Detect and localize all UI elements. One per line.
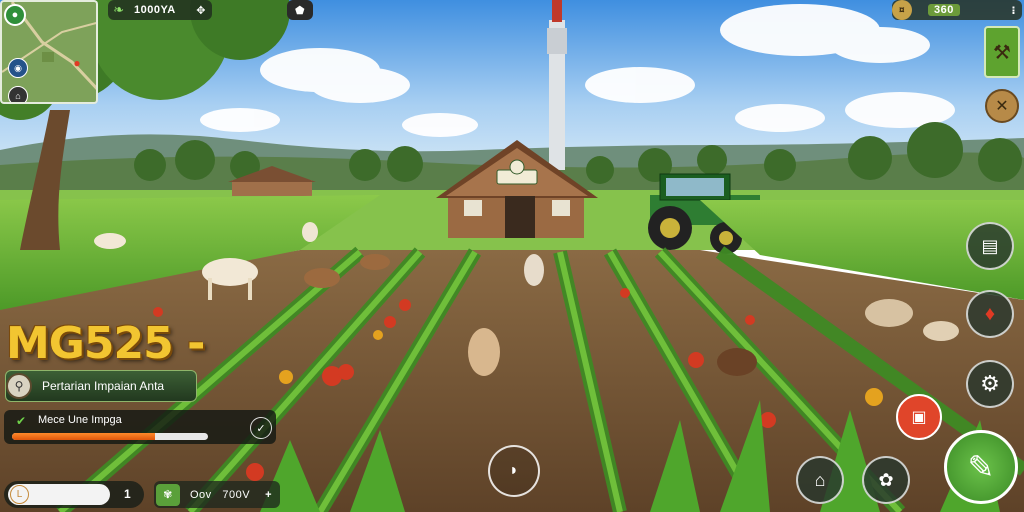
gear-button[interactable]: ⚙ [966, 360, 1014, 408]
quest-progress-fill [12, 433, 156, 440]
coins-display[interactable]: ¤ 360 ⁝ [892, 0, 1022, 20]
joystick[interactable]: ◗ [488, 445, 540, 497]
quest-label: Mece Une Impga [38, 414, 122, 426]
joystick-icon: ◗ [509, 462, 519, 479]
seed-ball-button[interactable]: ✕ [985, 89, 1019, 123]
seed-icon: ✾ [156, 483, 180, 506]
seed-inventory-value: Oov 700V [190, 488, 251, 501]
seed-add-button[interactable]: + [265, 489, 272, 501]
quest-check-icon: ✔ [16, 414, 27, 428]
pencil-icon: ✎ [967, 449, 995, 485]
position-marker-icon[interactable]: ● [4, 4, 26, 26]
subtitle-banner: ⚲ Pertarian Impaian Anta [5, 370, 197, 402]
leaf-icon: ❧ [113, 2, 125, 17]
fire-icon: ♦ [984, 302, 996, 325]
gift-icon: ▣ [911, 409, 927, 426]
gear-icon: ⚙ [980, 371, 1000, 396]
coins-value: 360 [928, 4, 960, 16]
minimap[interactable]: ● ◉ ⌂ ● [0, 0, 98, 104]
settings-cog-button[interactable]: ✿ [862, 456, 910, 504]
energy-value: 1 [124, 487, 131, 501]
home-marker-icon[interactable]: ⌂ [8, 86, 28, 102]
quest-info-icon[interactable]: ✓ [250, 417, 272, 439]
fire-button[interactable]: ♦ [966, 290, 1014, 338]
gift-button[interactable]: ▣ [896, 394, 942, 440]
game-title: MG525 - [6, 318, 205, 369]
dots-icon[interactable]: ⁝ [1011, 4, 1016, 17]
money-display[interactable]: ❧ 1000YA ✥ [108, 0, 212, 20]
seed-ball-icon: ✕ [995, 98, 1009, 115]
hoe-tool-icon: ⚒ [993, 41, 1011, 64]
energy-bar[interactable]: L 1 [4, 481, 144, 508]
quest-progress-panel[interactable]: ✔ Mece Une Impga ✓ [4, 410, 276, 444]
book-button[interactable]: ▤ [966, 222, 1014, 270]
hoe-tool-button[interactable]: ⚒ [984, 26, 1020, 78]
magnifier-icon: ⚲ [6, 373, 32, 399]
barn-icon: ⌂ [814, 469, 826, 490]
barn-button[interactable]: ⌂ [796, 456, 844, 504]
pin-marker-icon[interactable]: ● [70, 56, 84, 70]
plant-action-button[interactable]: ✎ [944, 430, 1018, 504]
shop-button[interactable]: ⬟ [287, 0, 313, 20]
seed-inventory-bar[interactable]: ✾ Oov 700V + [154, 481, 280, 508]
bag-icon: ⬟ [294, 4, 306, 17]
energy-field: L [8, 484, 110, 505]
subtitle-text: Pertarian Impaian Anta [42, 379, 165, 393]
book-icon: ▤ [981, 235, 999, 256]
clock-icon: L [10, 485, 29, 504]
quest-progress-bar [12, 433, 208, 440]
shop-marker-icon[interactable]: ◉ [8, 58, 28, 78]
coin-icon: ¤ [892, 0, 912, 20]
move-icon[interactable]: ✥ [196, 4, 206, 17]
settings-cog-icon: ✿ [878, 469, 894, 490]
money-value: 1000YA [134, 4, 176, 16]
